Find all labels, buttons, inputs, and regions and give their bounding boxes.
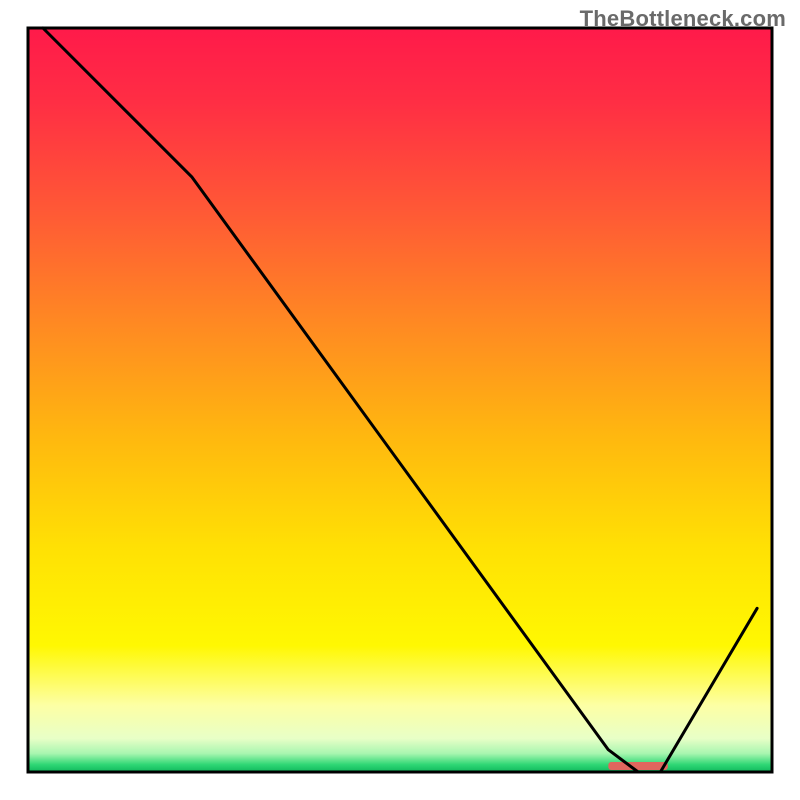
bottleneck-curve-chart <box>0 0 800 800</box>
watermark-text: TheBottleneck.com <box>580 6 786 32</box>
chart-container: TheBottleneck.com <box>0 0 800 800</box>
plot-background <box>28 28 772 772</box>
minimum-highlight-bar <box>608 762 668 770</box>
